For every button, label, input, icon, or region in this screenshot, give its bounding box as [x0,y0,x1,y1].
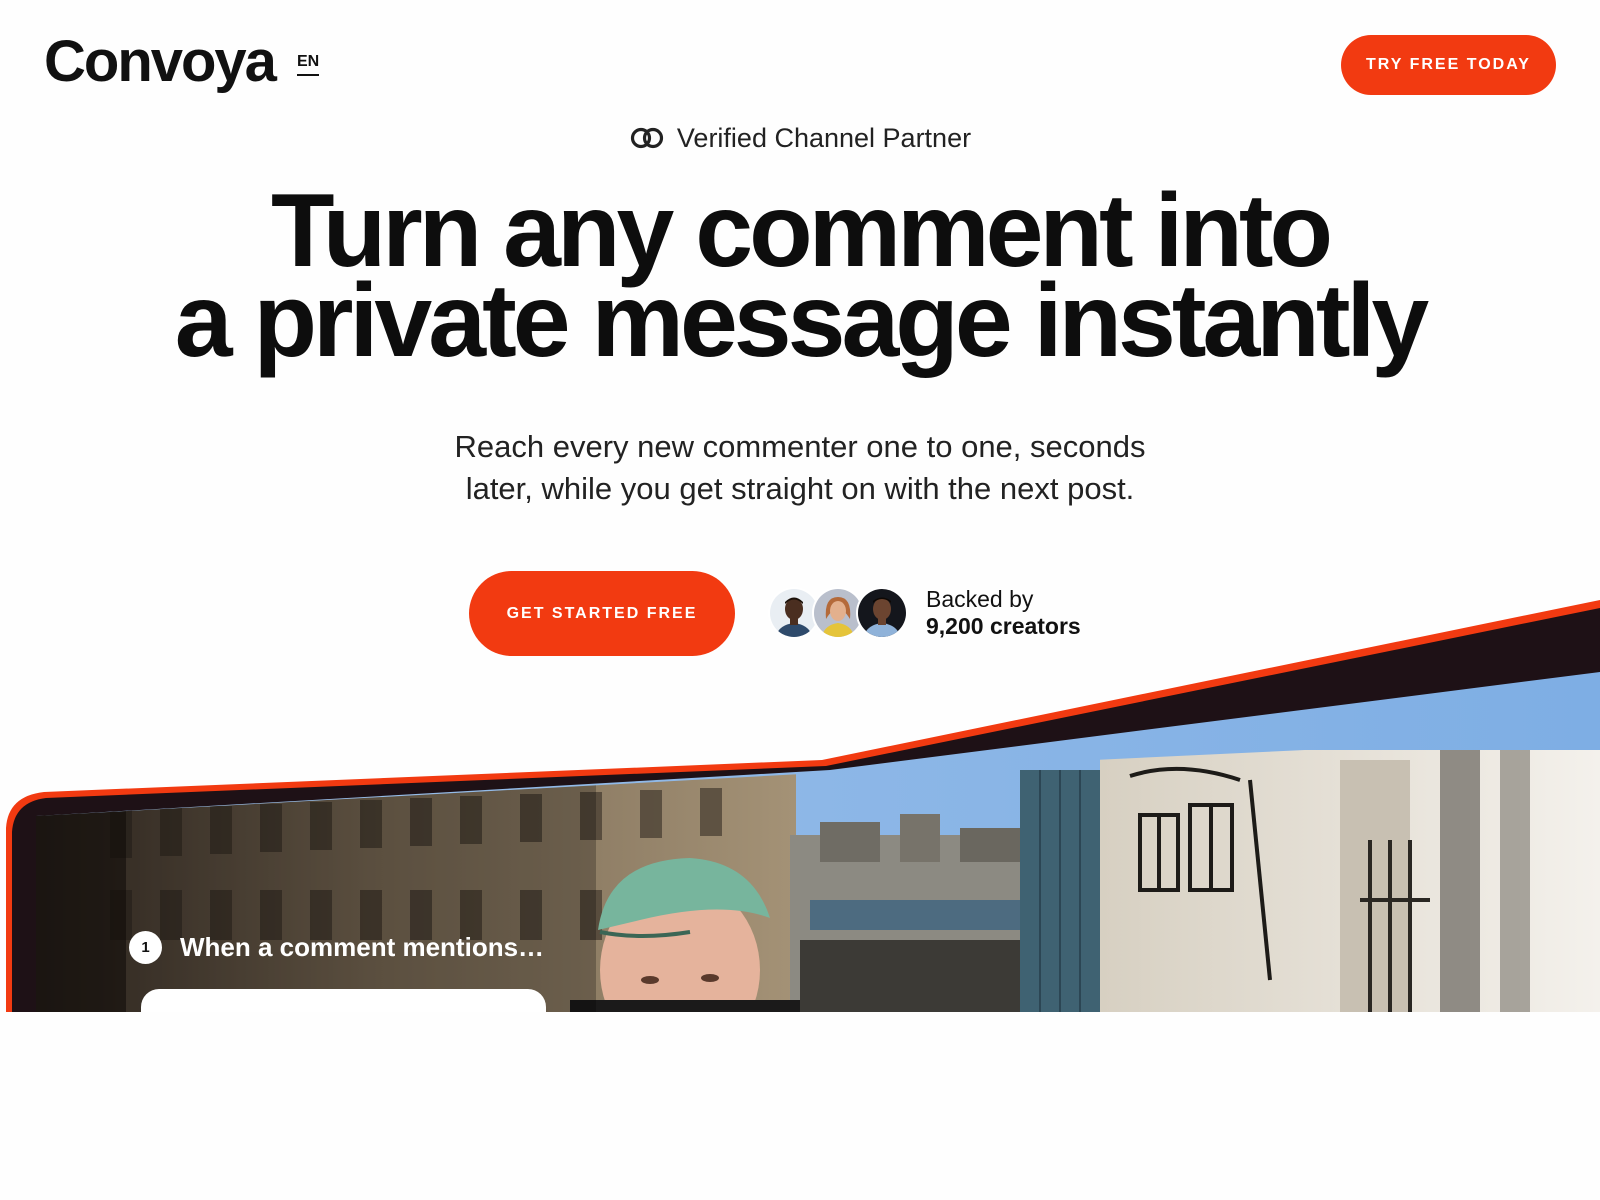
step-number-badge: 1 [129,930,162,964]
try-free-button[interactable]: TRY FREE TODAY [1341,35,1556,95]
partner-badge-text: Verified Channel Partner [676,123,972,153]
step-caption: 1 When a comment mentions… [129,930,544,964]
hero-subtitle-line: Reach every new commenter one to one, se… [454,429,1146,464]
language-switcher[interactable]: EN [297,52,320,76]
backed-by-text: Backed by 9,200 creators [926,586,1081,640]
partner-badge: Verified Channel Partner [0,121,1600,155]
hero-title-line: a private message instantly [174,263,1429,379]
avatar [856,587,908,639]
creator-count: 9,200 creators [926,613,1081,639]
linked-rings-icon [629,126,665,150]
step-label: When a comment mentions… [180,932,545,962]
page-body-below [0,1012,1600,1200]
get-started-button[interactable]: GET STARTED FREE [469,571,735,656]
hero-subtitle: Reach every new commenter one to one, se… [0,426,1600,510]
social-proof: Backed by 9,200 creators [768,586,1081,640]
site-logo[interactable]: Convoya [44,26,277,98]
hero-title: Turn any comment into a private message … [0,179,1600,379]
hero-subtitle-line: later, while you get straight on with th… [465,471,1135,506]
backed-by-label: Backed by [926,586,1034,612]
